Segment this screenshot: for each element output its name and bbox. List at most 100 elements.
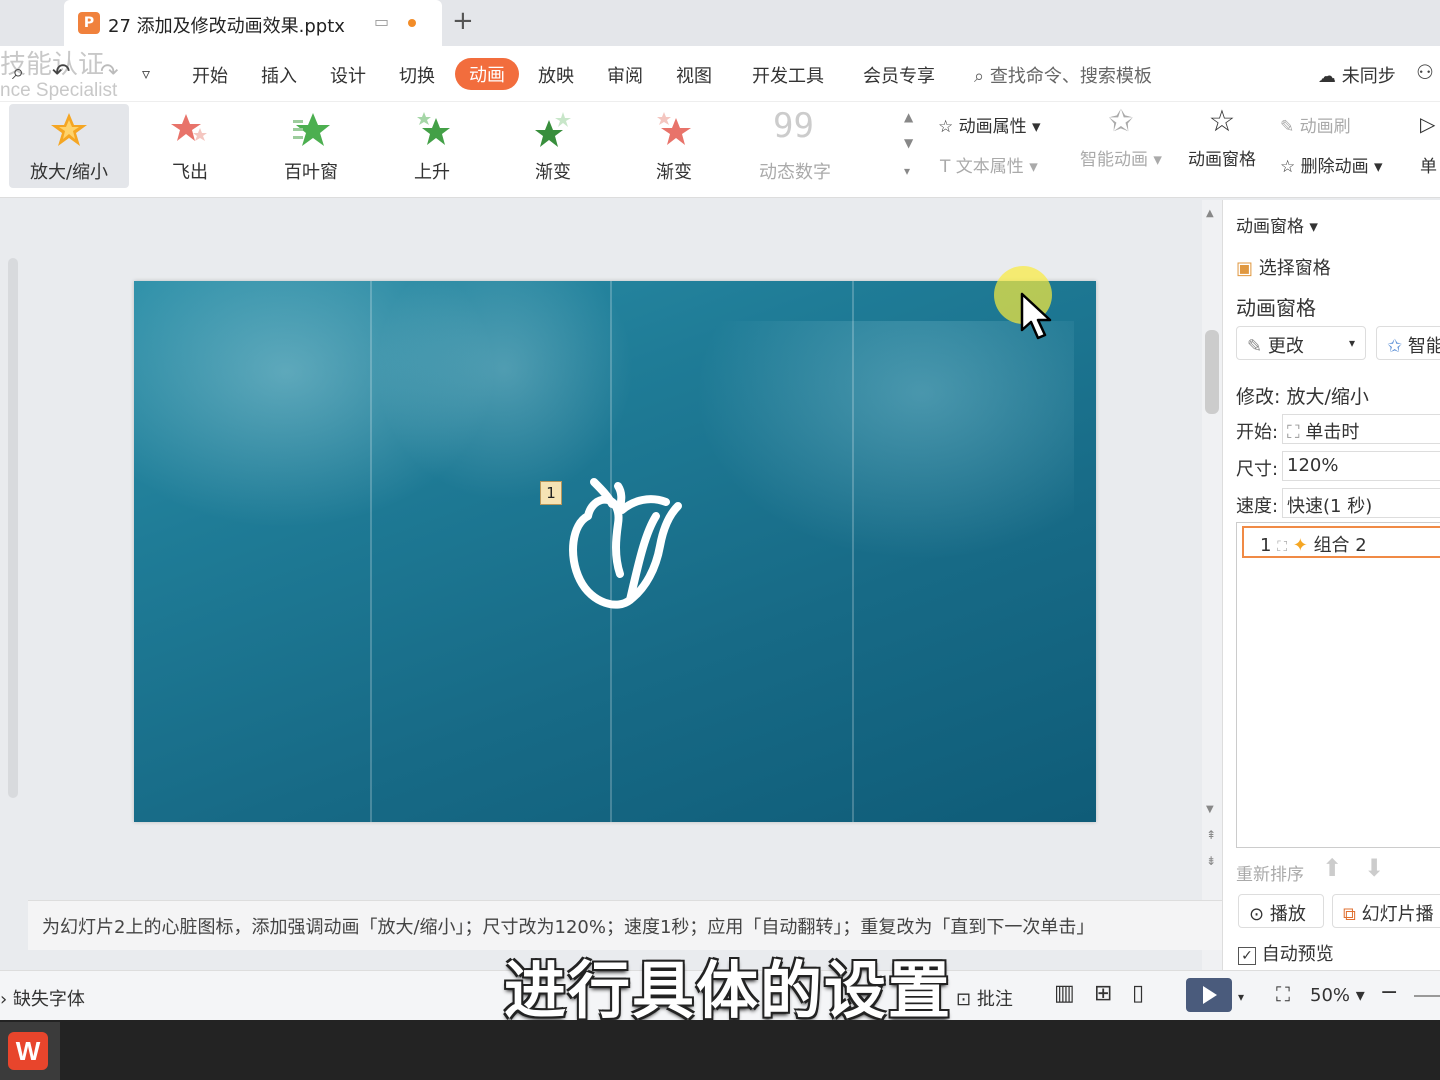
menu-slideshow[interactable]: 放映 <box>538 62 574 88</box>
animation-list[interactable] <box>1236 522 1440 848</box>
change-button[interactable]: ✎ 更改 ▾ <box>1236 326 1366 360</box>
scroll-down-icon[interactable]: ▼ <box>1206 804 1214 815</box>
print-preview-icon[interactable]: ⌕ <box>12 60 24 85</box>
effect-fly-out[interactable]: 飞出 <box>130 104 250 188</box>
menu-insert[interactable]: 插入 <box>261 62 297 88</box>
animation-pane-button[interactable]: ☆ 动画窗格 <box>1188 104 1256 170</box>
zoom-slider[interactable] <box>1414 995 1440 997</box>
command-search[interactable]: ⌕ 查找命令、搜索模板 <box>974 62 1152 88</box>
animation-brush-button[interactable]: ✎ 动画刷 <box>1280 112 1351 137</box>
blind-divider <box>852 281 854 822</box>
size-value: 120% <box>1287 455 1339 476</box>
effect-label: 飞出 <box>172 162 208 183</box>
auto-preview-checkbox[interactable]: ✓ 自动预览 <box>1238 940 1334 966</box>
slideshow-dropdown-icon[interactable]: ▾ <box>1238 990 1244 1004</box>
menu-developer[interactable]: 开发工具 <box>752 62 824 88</box>
preview-play-icon[interactable]: ▷ <box>1420 112 1435 136</box>
pane-header[interactable]: 动画窗格 ▾ <box>1236 212 1318 237</box>
new-tab-button[interactable]: + <box>452 6 474 36</box>
warning-icon: › <box>0 989 8 1010</box>
single-button[interactable]: 单 <box>1420 152 1437 177</box>
effect-fade-red[interactable]: 渐变 <box>614 104 734 188</box>
comments-button[interactable]: ⊡ 批注 <box>956 985 1013 1011</box>
play-label: 播放 <box>1269 904 1306 925</box>
effect-fade-green[interactable]: 渐变 <box>493 104 613 188</box>
start-select[interactable]: ⛶ 单击时 <box>1282 414 1440 444</box>
gallery-down-icon[interactable]: ▼ <box>904 136 913 150</box>
unsaved-dot-icon <box>408 19 416 27</box>
missing-font-button[interactable]: › 缺失字体 <box>0 985 85 1011</box>
prev-slide-icon[interactable]: ⇞ <box>1206 828 1216 842</box>
reorder-label: 重新排序 <box>1236 865 1304 885</box>
animation-order-tag[interactable]: 1 <box>540 481 562 505</box>
menu-home[interactable]: 开始 <box>192 62 228 88</box>
menu-animation[interactable]: 动画 <box>455 58 519 90</box>
speed-select[interactable]: 快速(1 秒) <box>1282 488 1440 518</box>
heart-icon[interactable] <box>560 476 690 616</box>
animation-properties-button[interactable]: ☆ 动画属性 ▾ <box>938 112 1041 137</box>
menu-design[interactable]: 设计 <box>330 62 366 88</box>
menu-view[interactable]: 视图 <box>676 62 712 88</box>
redo-icon[interactable]: ↷ <box>100 60 118 85</box>
play-icon <box>1203 986 1217 1004</box>
zoom-level[interactable]: 50% ▾ <box>1310 985 1365 1006</box>
monitor-icon[interactable]: ▭ <box>374 12 389 31</box>
blinds-star-icon <box>293 113 330 146</box>
start-label: 开始: <box>1236 422 1279 443</box>
smart-label: 智能 <box>1407 336 1440 357</box>
effect-rise[interactable]: 上升 <box>372 104 492 188</box>
notes-text: 为幻灯片2上的心脏图标，添加强调动画「放大/缩小」；尺寸改为120%；速度1秒；… <box>42 917 1095 938</box>
size-select[interactable]: 120% <box>1282 451 1440 481</box>
sync-status[interactable]: ☁ 未同步 <box>1318 62 1396 88</box>
effect-dynamic-number[interactable]: 99 动态数字 <box>735 104 855 188</box>
slideshow-button[interactable]: ⧉ 幻灯片播 <box>1332 894 1440 928</box>
scroll-thumb[interactable] <box>1205 330 1219 414</box>
quick-access-dropdown-icon[interactable]: ▿ <box>142 64 150 83</box>
move-up-icon[interactable]: ⬆ <box>1322 854 1342 882</box>
effect-label: 渐变 <box>535 162 571 183</box>
normal-view-icon[interactable]: ▥ <box>1054 981 1075 1006</box>
slide-list-scrollbar[interactable] <box>8 258 18 798</box>
change-label: 更改 <box>1267 336 1304 357</box>
scroll-up-icon[interactable]: ▲ <box>1206 208 1214 219</box>
slideshow-icon: ⧉ <box>1343 904 1356 925</box>
effect-zoom[interactable]: 放大/缩小 <box>9 104 129 188</box>
select-pane-icon: ▣ <box>1236 258 1254 279</box>
next-slide-icon[interactable]: ⇟ <box>1206 854 1216 868</box>
smart-animation-button[interactable]: ✩ 智能动画 ▾ <box>1080 104 1162 170</box>
undo-icon[interactable]: ↶ <box>52 60 70 85</box>
delete-animation-button[interactable]: ☆ 删除动画 ▾ <box>1280 152 1383 177</box>
taskbar <box>0 1020 1440 1080</box>
taskbar-app[interactable]: W <box>0 1022 60 1080</box>
star-settings-icon: ☆ <box>938 117 954 137</box>
effect-blinds[interactable]: 百叶窗 <box>251 104 371 188</box>
select-pane-link[interactable]: ▣ 选择窗格 <box>1236 254 1331 280</box>
chevron-down-icon: ▾ <box>1348 336 1355 350</box>
text-properties-button[interactable]: T 文本属性 ▾ <box>940 152 1038 177</box>
gallery-more-icon[interactable]: ▾ <box>904 164 910 178</box>
menu-review[interactable]: 审阅 <box>607 62 643 88</box>
animation-brush-label: 动画刷 <box>1299 117 1351 137</box>
zoom-out-icon[interactable]: − <box>1380 980 1398 1005</box>
reading-view-icon[interactable]: ▯ <box>1132 981 1144 1006</box>
ocean-foam <box>374 281 634 501</box>
start-slideshow-button[interactable] <box>1186 978 1232 1012</box>
play-button[interactable]: ⊙ 播放 <box>1238 894 1324 928</box>
fit-window-icon[interactable]: ⛶ <box>1276 982 1290 1006</box>
slide-sorter-icon[interactable]: ⊞ <box>1094 981 1112 1006</box>
move-down-icon[interactable]: ⬇ <box>1364 854 1384 882</box>
menu-transition[interactable]: 切换 <box>399 62 435 88</box>
animation-pane-icon: ☆ <box>1208 104 1236 139</box>
menu-member[interactable]: 会员专享 <box>863 62 935 88</box>
sync-label: 未同步 <box>1341 66 1396 87</box>
document-tab-title: 27 添加及修改动画效果.pptx <box>108 16 345 37</box>
delete-animation-label: 删除动画 <box>1300 157 1369 177</box>
document-tab[interactable]: P 27 添加及修改动画效果.pptx ▭ <box>64 0 442 46</box>
comment-icon: ⊡ <box>956 989 972 1010</box>
gallery-up-icon[interactable]: ▲ <box>904 110 913 124</box>
editor-scrollbar[interactable]: ▲ ▼ ⇞ ⇟ <box>1202 200 1222 970</box>
animation-list-item[interactable]: 1 ⛶ ✦ 组合 2 <box>1242 526 1440 558</box>
user-icon[interactable]: ⚇ <box>1416 60 1434 84</box>
effect-label: 百叶窗 <box>284 162 338 183</box>
smart-button[interactable]: ✩ 智能 <box>1376 326 1440 360</box>
